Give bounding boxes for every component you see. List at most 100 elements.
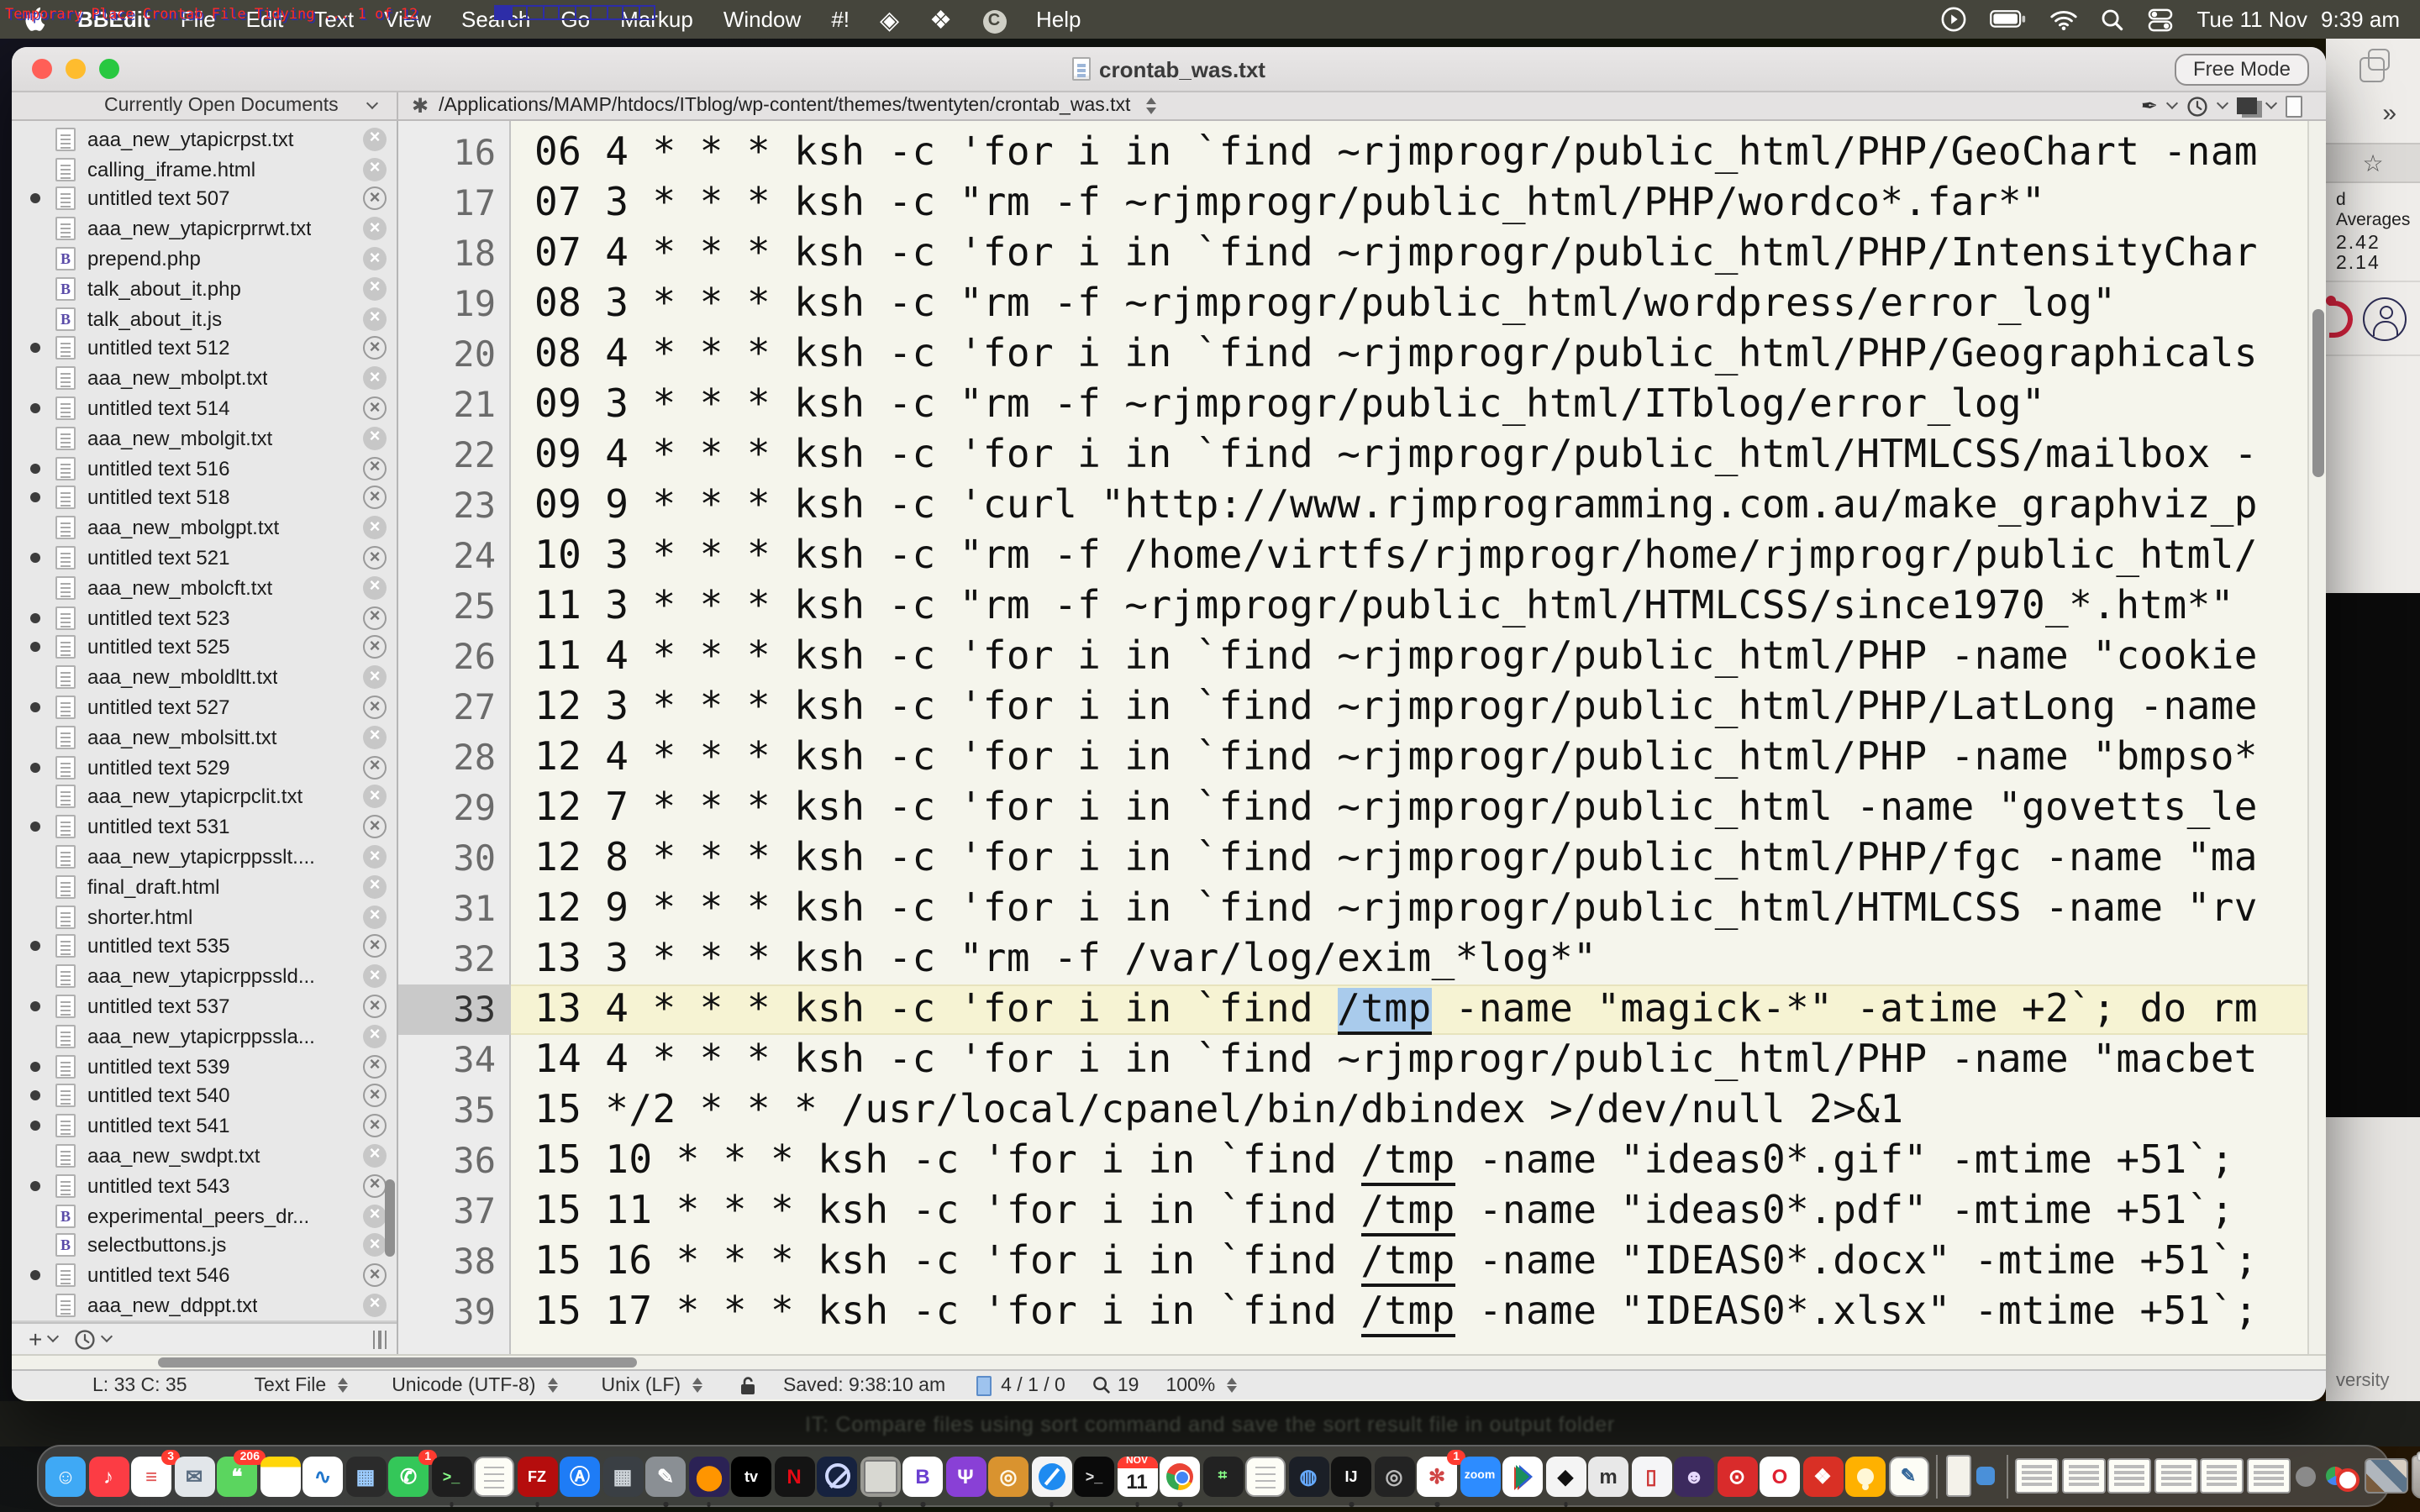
dock-icon-freeform[interactable]: ∿ [302,1456,343,1496]
dock-icon-photo-thumb[interactable] [2365,1458,2408,1494]
dock-icon-notes[interactable] [260,1456,300,1496]
close-document-button[interactable]: × [363,546,387,570]
sidebar-resize-grip[interactable] [372,1330,387,1348]
sidebar-item[interactable]: untitled text 541× [12,1111,397,1142]
path-link[interactable]: /tmp [1360,1240,1455,1287]
close-document-button[interactable]: × [363,247,387,270]
dock-icon-gauge[interactable]: ⊙ [1717,1456,1757,1496]
battery-icon[interactable] [1991,10,2028,29]
minimize-window-button[interactable] [66,59,86,79]
dock-icon-quicktime-window[interactable] [860,1456,900,1496]
close-document-button[interactable]: × [363,964,387,988]
sidebar-item[interactable]: untitled text 516× [12,454,397,484]
vertical-scrollbar-thumb[interactable] [2312,309,2323,477]
filetype-popup[interactable]: Text File [255,1375,349,1395]
close-document-button[interactable]: × [363,785,387,809]
zoom-window-button[interactable] [99,59,119,79]
close-document-button[interactable]: × [363,1204,387,1227]
close-document-button[interactable]: × [363,606,387,629]
sidebar-item[interactable]: talk_about_it.php× [12,274,397,304]
close-document-button[interactable]: × [363,696,387,719]
menu-clock[interactable]: Tue 11 Nov9:39 am [2197,7,2401,32]
sidebar-item[interactable]: aaa_new_ytapicrpclit.txt× [12,782,397,812]
sidebar-item[interactable]: untitled text 543× [12,1171,397,1201]
spotlight-icon[interactable] [2102,8,2125,31]
close-document-button[interactable]: × [363,277,387,301]
dock-icon-minimized-window[interactable] [1945,1455,1970,1497]
close-document-button[interactable]: × [363,1114,387,1137]
sidebar-scrollbar[interactable] [385,1179,395,1257]
dock-icon-window-thumb-5[interactable] [2200,1458,2244,1494]
dock-icon-blocked-circle[interactable] [817,1456,857,1496]
control-center-icon[interactable] [2149,8,2174,31]
dock-icon-text-doc[interactable] [1245,1456,1286,1496]
sidebar-item[interactable]: talk_about_it.js× [12,304,397,334]
marker-icon[interactable]: ✒ [2141,94,2158,118]
dock-icon-bbedit[interactable]: B [902,1456,943,1496]
dock-icon-intellij[interactable]: IJ [1331,1456,1371,1496]
close-document-button[interactable]: × [363,218,387,241]
close-document-button[interactable]: × [363,1294,387,1317]
text-editor[interactable]: 1606 4 * * * ksh -c 'for i in `find ~rjm… [398,121,2326,1354]
close-document-button[interactable]: × [363,1234,387,1257]
dock-icon-app-store[interactable]: Ⓐ [560,1456,600,1496]
sidebar-item[interactable]: untitled text 525× [12,633,397,663]
sidebar-item[interactable]: untitled text 539× [12,1051,397,1081]
close-document-button[interactable]: × [363,157,387,181]
sidebar-item[interactable]: untitled text 518× [12,483,397,513]
sidebar-item[interactable]: aaa_new_mbolpt.txt× [12,364,397,394]
sidebar-item[interactable]: untitled text 507× [12,184,397,214]
dock-icon-mail[interactable]: ✉ [174,1456,214,1496]
dock-icon-inkscape[interactable]: ◆ [1545,1456,1586,1496]
dock-icon-safari[interactable] [1031,1456,1071,1496]
close-document-button[interactable]: × [363,1025,387,1048]
zoom-popup[interactable]: 100% [1165,1375,1237,1395]
dock-icon-iterm[interactable]: >_ [1074,1456,1114,1496]
close-document-button[interactable]: × [363,337,387,360]
sidebar-item[interactable]: aaa_new_mbolgpt.txt× [12,513,397,543]
close-document-button[interactable]: × [363,517,387,540]
dock-icon-mini-blue[interactable] [1976,1467,1995,1485]
add-document-button[interactable]: + [29,1326,42,1352]
sidebar-item[interactable]: untitled text 529× [12,752,397,782]
close-document-button[interactable]: × [363,905,387,928]
dock-icon-messages[interactable]: ❝206 [217,1456,257,1496]
close-document-button[interactable]: × [363,636,387,659]
dock-icon-tiny-gray[interactable] [2296,1466,2316,1486]
dock-icon-calendar[interactable]: NOV11 [1117,1456,1157,1496]
close-document-button[interactable]: × [363,726,387,749]
sidebar-item[interactable]: aaa_new_ytapicrppssla...× [12,1021,397,1052]
sidebar-item[interactable]: aaa_new_ytapicrpst.txt× [12,124,397,155]
sidebar-item[interactable]: aaa_new_mboldltt.txt× [12,663,397,693]
sidebar-item[interactable]: untitled text 521× [12,543,397,573]
dock-icon-lightbulb-app[interactable] [1845,1456,1886,1496]
history-clock-icon[interactable] [2186,95,2208,117]
dock-icon-window-thumb-6[interactable] [2246,1458,2290,1494]
close-document-button[interactable]: × [363,875,387,899]
dock-icon-camera-rings[interactable]: ◎ [1374,1456,1414,1496]
dock-icon-mattermost[interactable]: ◍ [1288,1456,1328,1496]
menu-item-[interactable]: #! [816,7,865,32]
close-document-button[interactable]: × [363,187,387,211]
free-mode-button[interactable]: Free Mode [2175,54,2309,86]
close-document-button[interactable]: × [363,456,387,480]
dock-icon-pencil-doc[interactable]: ✎ [1888,1456,1928,1496]
sidebar-header-popup[interactable]: Currently Open Documents [12,92,398,119]
line-ending-popup[interactable]: Unix (LF) [601,1375,702,1395]
menu-circle-c-icon[interactable]: C [967,5,1021,34]
close-document-button[interactable]: × [363,1174,387,1198]
dock-icon-terminal-2[interactable]: ⌗ [1202,1456,1243,1496]
sidebar-item[interactable]: untitled text 546× [12,1261,397,1291]
dock-icon-launchpad[interactable]: ▦ [345,1456,386,1496]
lock-icon[interactable] [739,1375,756,1395]
sidebar-item[interactable]: aaa_new_mbolsitt.txt× [12,722,397,753]
path-bar[interactable]: ✱ /Applications/MAMP/htdocs/ITblog/wp-co… [398,92,2326,119]
play-circle-icon[interactable] [1942,7,1967,32]
sidebar-item[interactable]: untitled text 537× [12,991,397,1021]
gear-icon[interactable]: ✱ [412,94,429,118]
menu-help[interactable]: Help [1021,7,1097,32]
dock-icon-window-thumb-3[interactable] [2107,1458,2151,1494]
close-document-button[interactable]: × [363,1263,387,1287]
sidebar-item[interactable]: untitled text 512× [12,333,397,364]
dock-icon-chrome[interactable] [1160,1456,1200,1496]
